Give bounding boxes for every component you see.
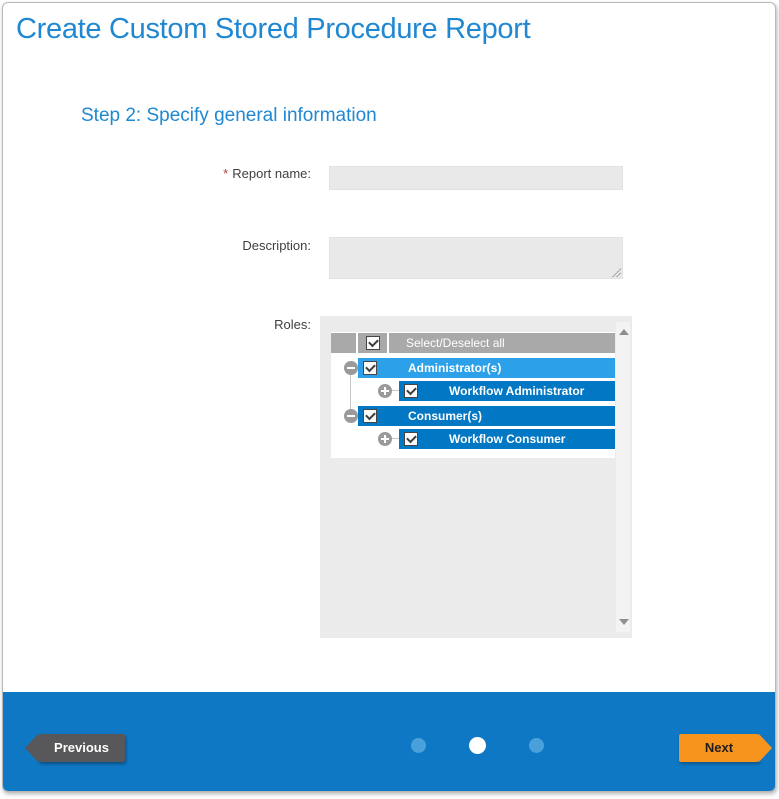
step-dot-1 bbox=[411, 738, 426, 753]
roles-listbox: Select/Deselect all Administrator(s) Wor… bbox=[320, 316, 632, 638]
wizard-footer: Previous Next bbox=[3, 692, 775, 791]
scroll-up-icon[interactable] bbox=[619, 329, 629, 335]
tree-connector-stub bbox=[392, 438, 399, 439]
tree-header-spacer bbox=[331, 333, 356, 353]
wizard-dialog: Create Custom Stored Procedure Report St… bbox=[0, 0, 779, 799]
expand-icon[interactable] bbox=[378, 432, 392, 446]
description-textarea[interactable] bbox=[329, 237, 623, 279]
next-button[interactable]: Next bbox=[679, 734, 759, 762]
tree-header-row: Select/Deselect all bbox=[331, 333, 615, 353]
report-name-label-text: Report name: bbox=[232, 166, 311, 181]
description-label: Description: bbox=[146, 238, 311, 253]
roles-label-text: Roles: bbox=[274, 317, 311, 332]
tree-row-label: Workflow Administrator bbox=[449, 381, 584, 401]
tree-row-workflow-consumer[interactable]: Workflow Consumer bbox=[399, 429, 615, 449]
tree-header-checkbox-cell bbox=[358, 333, 387, 353]
tree-header-label: Select/Deselect all bbox=[389, 333, 615, 353]
row-checkbox[interactable] bbox=[404, 384, 418, 398]
tree-row-administrators[interactable]: Administrator(s) bbox=[358, 358, 615, 378]
previous-button[interactable]: Previous bbox=[38, 734, 125, 762]
row-checkbox[interactable] bbox=[363, 361, 377, 375]
expand-icon[interactable] bbox=[378, 384, 392, 398]
roles-scrollbar[interactable] bbox=[615, 321, 631, 633]
tree-connector-stub bbox=[392, 390, 399, 391]
collapse-icon[interactable] bbox=[344, 361, 358, 375]
step-heading: Step 2: Specify general information bbox=[81, 105, 377, 127]
collapse-icon[interactable] bbox=[344, 409, 358, 423]
tree-row-workflow-administrator[interactable]: Workflow Administrator bbox=[399, 381, 615, 401]
roles-label: Roles: bbox=[146, 317, 311, 332]
tree-row-consumers[interactable]: Consumer(s) bbox=[358, 406, 615, 426]
step-dot-2-active bbox=[469, 737, 486, 754]
tree-row-label: Administrator(s) bbox=[408, 358, 501, 378]
report-name-input[interactable] bbox=[329, 166, 623, 190]
wizard-page: Create Custom Stored Procedure Report St… bbox=[2, 2, 776, 792]
tree-row-label: Workflow Consumer bbox=[449, 429, 565, 449]
step-dot-3 bbox=[529, 738, 544, 753]
step-indicator bbox=[411, 736, 544, 754]
description-label-text: Description: bbox=[242, 238, 311, 253]
select-all-checkbox[interactable] bbox=[366, 336, 380, 350]
tree-connector-line bbox=[350, 375, 351, 409]
required-marker: * bbox=[223, 166, 228, 181]
page-title: Create Custom Stored Procedure Report bbox=[16, 13, 530, 46]
scroll-down-icon[interactable] bbox=[619, 619, 629, 625]
resize-handle-icon[interactable] bbox=[611, 267, 621, 277]
row-checkbox[interactable] bbox=[363, 409, 377, 423]
row-checkbox[interactable] bbox=[404, 432, 418, 446]
tree-row-label: Consumer(s) bbox=[408, 406, 482, 426]
report-name-label: * Report name: bbox=[146, 166, 311, 181]
roles-tree: Select/Deselect all Administrator(s) Wor… bbox=[331, 332, 615, 458]
